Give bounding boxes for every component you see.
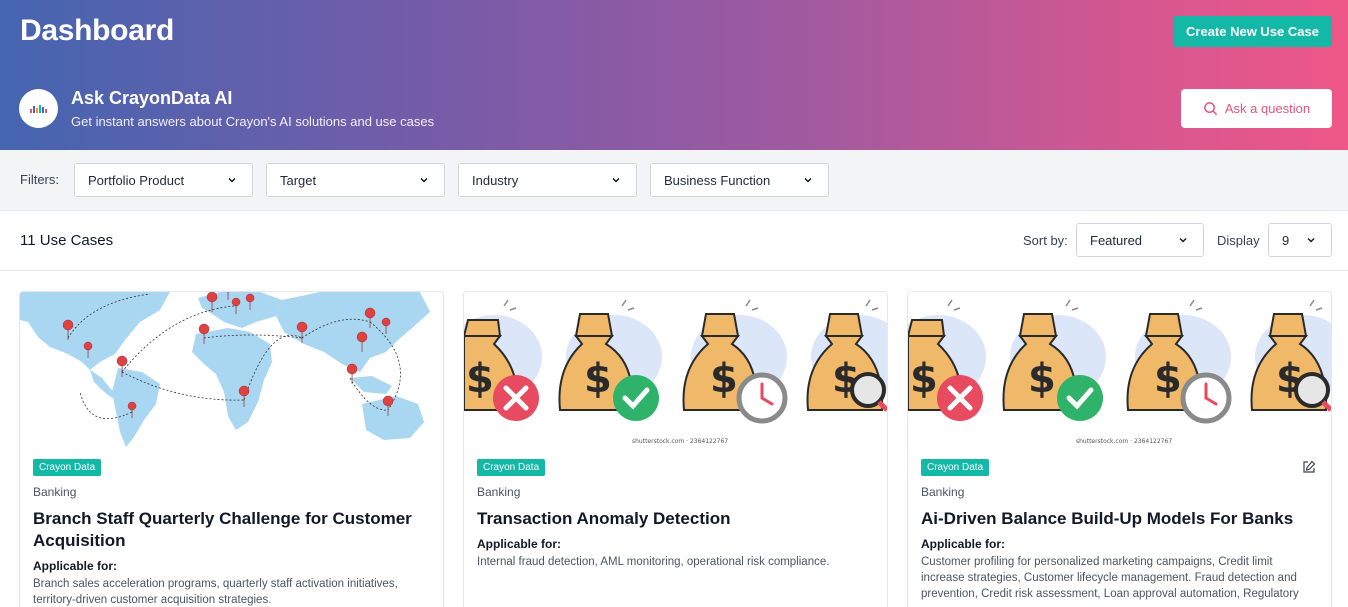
svg-text:$: $ <box>710 356 738 402</box>
use-case-count: 11 Use Cases <box>20 232 114 249</box>
image-watermark: shutterstock.com · 2364122767 <box>1076 438 1173 445</box>
chevron-down-icon <box>1307 237 1315 243</box>
chevron-down-icon <box>1179 237 1187 243</box>
edit-icon[interactable] <box>1302 460 1316 474</box>
svg-text:$: $ <box>910 356 938 402</box>
svg-text:$: $ <box>1028 356 1056 402</box>
ask-question-button[interactable]: Ask a question <box>1181 89 1332 128</box>
crayon-data-badge: Crayon Data <box>33 459 102 476</box>
sort-select[interactable]: Featured <box>1076 223 1204 257</box>
chevron-down-icon <box>420 177 428 183</box>
money-bags-image: $ $ $ $ shutterstock.com · 2364122767 <box>464 292 887 447</box>
ask-question-label: Ask a question <box>1224 101 1311 116</box>
chevron-down-icon <box>612 177 620 183</box>
card-industry: Banking <box>921 485 965 499</box>
applicable-for-text: Customer profiling for personalized mark… <box>921 556 1299 600</box>
display-label: Display <box>1217 233 1260 248</box>
chevron-down-icon <box>228 177 236 183</box>
filters-label: Filters: <box>20 172 59 187</box>
crayon-data-badge: Crayon Data <box>921 459 990 476</box>
world-map-image <box>20 292 443 447</box>
applicable-for-label: Applicable for: <box>477 537 562 551</box>
card-industry: Banking <box>33 485 77 499</box>
filter-portfolio-product[interactable]: Portfolio Product <box>74 163 253 197</box>
filter-target[interactable]: Target <box>266 163 445 197</box>
filter-business-function[interactable]: Business Function <box>650 163 829 197</box>
crayon-data-badge: Crayon Data <box>477 459 546 476</box>
card-title[interactable]: Ai-Driven Balance Build-Up Models For Ba… <box>921 508 1321 530</box>
crayondata-logo-icon <box>19 89 58 128</box>
money-bags-image: $ $ $ $ shutterstock.com · 2364122767 <box>908 292 1331 447</box>
card-industry: Banking <box>477 485 521 499</box>
display-value: 9 <box>1282 232 1290 248</box>
use-case-card[interactable]: $ $ $ $ shutterstock.com · 2364122767 Cr… <box>463 291 888 607</box>
image-watermark: shutterstock.com · 2364122767 <box>632 438 729 445</box>
ai-assistant-title: Ask CrayonData AI <box>71 88 233 108</box>
sort-value: Featured <box>1090 232 1143 248</box>
dashboard-header: Dashboard Create New Use Case Ask Crayon… <box>0 0 1348 150</box>
applicable-for-text: Branch sales acceleration programs, quar… <box>33 578 398 606</box>
use-case-card[interactable]: $ $ $ $ shutterstock.com · 2364122767 Cr… <box>907 291 1332 607</box>
results-toolbar: 11 Use Cases Sort by: Featured Display 9 <box>0 211 1348 271</box>
filter-label: Portfolio Product <box>88 172 185 188</box>
use-case-grid: Crayon Data Banking Branch Staff Quarter… <box>0 271 1348 607</box>
svg-text:$: $ <box>1154 356 1182 402</box>
applicable-for-label: Applicable for: <box>33 559 118 573</box>
filter-industry[interactable]: Industry <box>458 163 637 197</box>
svg-text:$: $ <box>584 356 612 402</box>
filter-label: Industry <box>472 172 519 188</box>
use-case-card[interactable]: Crayon Data Banking Branch Staff Quarter… <box>19 291 444 607</box>
filter-label: Target <box>280 172 317 188</box>
ai-assistant-subtitle: Get instant answers about Crayon's AI so… <box>71 114 435 129</box>
card-title[interactable]: Transaction Anomaly Detection <box>477 508 877 530</box>
create-new-use-case-button[interactable]: Create New Use Case <box>1173 16 1332 47</box>
filter-label: Business Function <box>664 172 771 188</box>
page-title: Dashboard <box>20 14 174 47</box>
applicable-for-label: Applicable for: <box>921 537 1006 551</box>
search-icon <box>1203 102 1217 116</box>
display-count-select[interactable]: 9 <box>1268 223 1332 257</box>
filters-bar: Filters: Portfolio Product Target Indust… <box>0 150 1348 211</box>
applicable-for-text: Internal fraud detection, AML monitoring… <box>477 556 830 568</box>
chevron-down-icon <box>804 177 812 183</box>
svg-text:$: $ <box>466 356 494 402</box>
card-title[interactable]: Branch Staff Quarterly Challenge for Cus… <box>33 508 433 552</box>
sort-label: Sort by: <box>1023 233 1068 248</box>
